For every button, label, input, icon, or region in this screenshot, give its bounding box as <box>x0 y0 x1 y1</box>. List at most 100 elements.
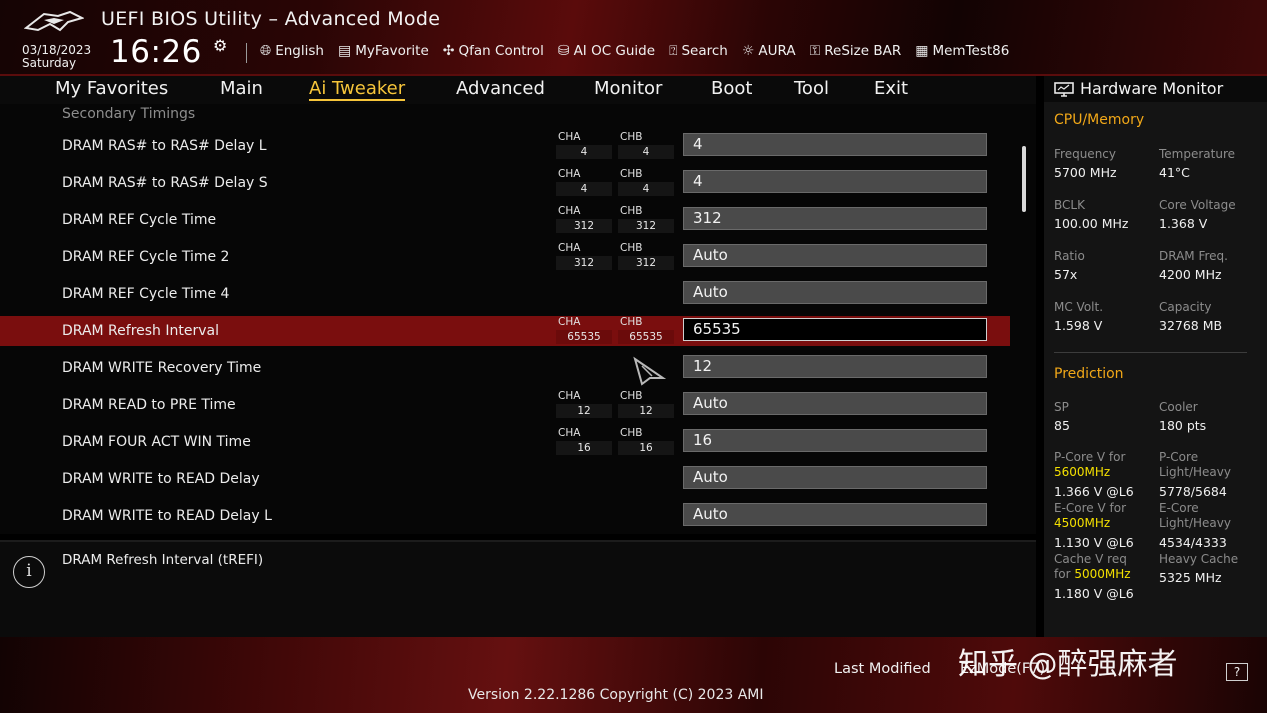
memtest-button[interactable]: ▦ MemTest86 <box>915 43 1009 59</box>
setting-row[interactable]: DRAM RAS# to RAS# Delay S CHA 4 CHB 4 4 <box>0 168 1010 198</box>
setting-row[interactable]: DRAM WRITE to READ Delay Auto <box>0 464 1010 494</box>
pcore-lh-text1: P-Core <box>1159 450 1199 464</box>
pcore-lh-text2: Light/Heavy <box>1159 465 1231 479</box>
chb-label: CHB <box>620 205 643 217</box>
tab-my-favorites[interactable]: My Favorites <box>55 78 168 99</box>
cha-label: CHA <box>558 205 581 217</box>
prediction-title: Prediction <box>1054 366 1124 382</box>
setting-label: DRAM RAS# to RAS# Delay L <box>62 138 267 154</box>
toolbar: 🌐︎ English ▤ MyFavorite ✣ Qfan Control ⛁… <box>260 43 1009 59</box>
ecore-v-text: E-Core V for <box>1054 501 1127 515</box>
info-icon: i <box>13 556 45 588</box>
gear-icon[interactable]: ⚙ <box>213 36 227 55</box>
setting-row[interactable]: DRAM RAS# to RAS# Delay L CHA 4 CHB 4 4 <box>0 131 1010 161</box>
chb-value: 12 <box>618 404 674 418</box>
tab-monitor[interactable]: Monitor <box>594 78 662 99</box>
setting-label: DRAM REF Cycle Time 4 <box>62 286 230 302</box>
mc-volt-label: MC Volt. <box>1054 300 1104 314</box>
ai-oc-guide-button[interactable]: ⛁ AI OC Guide <box>558 43 655 59</box>
pcore-v-value: 1.366 V @L6 <box>1054 484 1134 499</box>
scrollbar-thumb[interactable] <box>1022 146 1026 212</box>
search-button[interactable]: ⍰ Search <box>669 43 728 59</box>
header-divider <box>246 43 247 63</box>
setting-value-field[interactable]: Auto <box>683 503 987 526</box>
setting-value-field[interactable]: 4 <box>683 170 987 193</box>
chb-value: 312 <box>618 219 674 233</box>
tab-tool[interactable]: Tool <box>794 78 829 99</box>
hardware-monitor-title: Hardware Monitor <box>1080 79 1224 98</box>
channel-b-readout: CHB 16 <box>618 427 674 455</box>
setting-row[interactable]: DRAM FOUR ACT WIN Time CHA 16 CHB 16 16 <box>0 427 1010 457</box>
aura-button[interactable]: ☼ AURA <box>742 43 796 59</box>
cha-value: 12 <box>556 404 612 418</box>
sp-label: SP <box>1054 400 1069 414</box>
pcore-v-label: P-Core V for 5600MHz <box>1054 450 1125 480</box>
language-button[interactable]: 🌐︎ English <box>260 43 324 59</box>
setting-label: DRAM WRITE Recovery Time <box>62 360 262 376</box>
tab-advanced[interactable]: Advanced <box>456 78 545 99</box>
setting-row[interactable]: DRAM REF Cycle Time 4 Auto <box>0 279 1010 309</box>
day-text: Saturday <box>22 56 77 70</box>
tab-boot[interactable]: Boot <box>711 78 752 99</box>
memtest-label: MemTest86 <box>932 43 1010 59</box>
channel-a-readout: CHA 16 <box>556 427 612 455</box>
tab-exit[interactable]: Exit <box>874 78 908 99</box>
setting-row[interactable]: DRAM READ to PRE Time CHA 12 CHB 12 Auto <box>0 390 1010 420</box>
cache-v-value: 1.180 V @L6 <box>1054 586 1134 601</box>
tab-main[interactable]: Main <box>220 78 263 99</box>
rog-logo <box>24 10 84 32</box>
channel-b-readout: CHB 4 <box>618 168 674 196</box>
tab-ai-tweaker[interactable]: Ai Tweaker <box>309 78 406 101</box>
setting-label: DRAM Refresh Interval <box>62 323 219 339</box>
pcore-lh-label: P-Core Light/Heavy <box>1159 450 1231 480</box>
cha-label: CHA <box>558 242 581 254</box>
resize-bar-button[interactable]: ⚿ ReSize BAR <box>810 43 902 59</box>
qfan-button[interactable]: ✣ Qfan Control <box>443 43 544 59</box>
header: UEFI BIOS Utility – Advanced Mode 03/18/… <box>0 0 1267 76</box>
pcore-lh-value: 5778/5684 <box>1159 484 1227 499</box>
setting-value-field[interactable]: Auto <box>683 466 987 489</box>
setting-row[interactable]: DRAM WRITE to READ Delay L Auto <box>0 501 1010 531</box>
heavy-cache-value: 5325 MHz <box>1159 570 1222 585</box>
setting-row[interactable]: DRAM REF Cycle Time CHA 312 CHB 312 312 <box>0 205 1010 235</box>
dram-freq-value: 4200 MHz <box>1159 267 1222 282</box>
date-display: 03/18/2023 Saturday <box>22 44 91 70</box>
pcore-v-freq: 5600MHz <box>1054 465 1111 479</box>
setting-value-field[interactable]: Auto <box>683 244 987 267</box>
setting-value-field[interactable]: 4 <box>683 133 987 156</box>
setting-value-field[interactable]: Auto <box>683 392 987 415</box>
pcore-v-text: P-Core V for <box>1054 450 1126 464</box>
fan-icon: ✣ <box>442 43 455 59</box>
ecore-lh-text1: E-Core <box>1159 501 1199 515</box>
cooler-value: 180 pts <box>1159 418 1207 433</box>
help-text: DRAM Refresh Interval (tREFI) <box>62 552 264 568</box>
help-key-button[interactable]: ? <box>1226 663 1248 681</box>
setting-value-field[interactable]: 12 <box>683 355 987 378</box>
setting-row[interactable]: DRAM REF Cycle Time 2 CHA 312 CHB 312 Au… <box>0 242 1010 272</box>
setting-label: DRAM WRITE to READ Delay L <box>62 508 272 524</box>
core-voltage-label: Core Voltage <box>1159 198 1236 212</box>
menu-bar: My Favorites Main Ai Tweaker Advanced Mo… <box>0 76 1036 104</box>
memtest-icon: ▦ <box>915 43 929 59</box>
ecore-v-value: 1.130 V @L6 <box>1054 535 1134 550</box>
setting-row[interactable]: DRAM WRITE Recovery Time 12 <box>0 353 1010 383</box>
clock: 16:26 <box>110 34 202 70</box>
cha-label: CHA <box>558 316 581 328</box>
hw-divider <box>1054 352 1247 353</box>
frequency-label: Frequency <box>1054 147 1116 161</box>
cha-value: 312 <box>556 219 612 233</box>
setting-value-field[interactable]: 16 <box>683 429 987 452</box>
setting-value-field[interactable]: 312 <box>683 207 987 230</box>
myfavorite-label: MyFavorite <box>355 43 429 59</box>
setting-row-selected[interactable]: DRAM Refresh Interval CHA 65535 CHB 6553… <box>0 316 1010 346</box>
cha-label: CHA <box>558 427 581 439</box>
setting-value-input[interactable]: 65535 <box>683 318 987 341</box>
setting-value-field[interactable]: Auto <box>683 281 987 304</box>
cha-label: CHA <box>558 390 581 402</box>
myfavorite-button[interactable]: ▤ MyFavorite <box>338 43 429 59</box>
last-modified-button[interactable]: Last Modified <box>834 661 931 677</box>
chb-value: 4 <box>618 182 674 196</box>
cpu-memory-title: CPU/Memory <box>1054 112 1145 128</box>
bclk-label: BCLK <box>1054 198 1085 212</box>
ecore-v-freq: 4500MHz <box>1054 516 1111 530</box>
